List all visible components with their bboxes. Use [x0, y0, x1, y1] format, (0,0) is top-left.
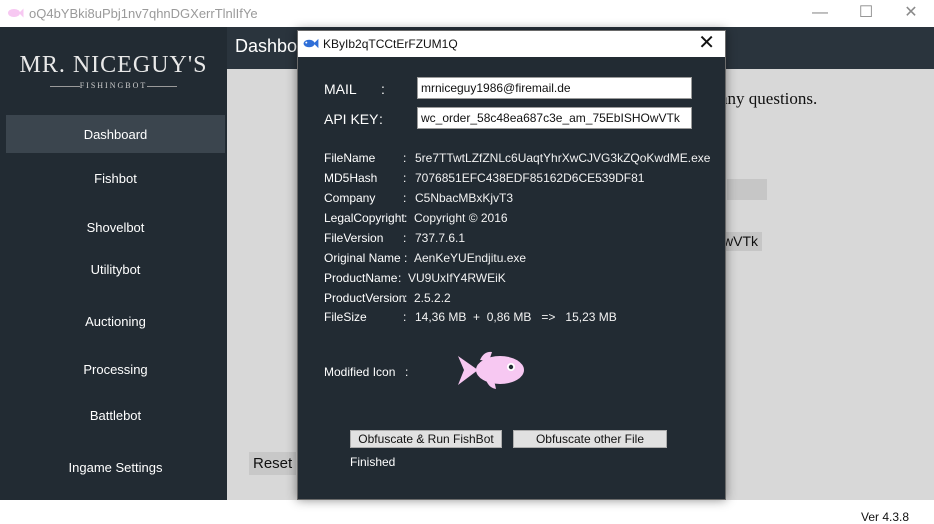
info-value: C5NbacMBxKjvT3: [415, 191, 514, 205]
sidebar-item-fishbot[interactable]: Fishbot: [6, 159, 225, 197]
logo-main: MR. NICEGUY'S: [19, 52, 208, 78]
info-key: ProductVersion: [324, 291, 406, 305]
info-value: 2.5.2.2: [414, 291, 451, 305]
window-title: oQ4bYBki8uPbj1nv7qhnDGXerrTlnlIfYe: [29, 6, 258, 21]
info-value: 5re7TTwtLZfZNLc6UaqtYhrXwCJVG3kZQoKwdME.…: [415, 151, 711, 165]
info-value: Copyright © 2016: [414, 211, 508, 225]
info-separator: :: [398, 271, 402, 285]
apikey-colon: :: [379, 111, 383, 127]
apikey-input[interactable]: [417, 107, 692, 129]
info-key: LegalCopyright: [324, 211, 405, 225]
info-key: FileVersion: [324, 231, 384, 245]
dialog-titlebar: KByIb2qTCCtErFZUM1Q ✕: [298, 31, 725, 57]
info-key: FileSize: [324, 310, 367, 324]
info-separator: :: [403, 191, 407, 205]
info-separator: :: [403, 171, 407, 185]
sidebar-item-utilitybot[interactable]: Utilitybot: [6, 250, 225, 288]
info-separator: :: [405, 365, 409, 379]
minimize-button[interactable]: —: [800, 3, 840, 23]
info-separator: :: [404, 251, 408, 265]
info-value: AenKeYUEndjitu.exe: [414, 251, 527, 265]
info-value: 737.7.6.1: [415, 231, 466, 245]
sidebar-item-processing[interactable]: Processing: [6, 350, 225, 388]
reset-button[interactable]: Reset: [249, 452, 297, 475]
fish-icon: [8, 8, 24, 18]
obfuscate-other-button[interactable]: Obfuscate other File: [513, 430, 667, 448]
obfuscation-dialog: KByIb2qTCCtErFZUM1Q ✕ MAIL : API KEY : F…: [297, 30, 726, 500]
dashboard-message: any questions.: [720, 89, 818, 108]
logo-sub: FISHINGBOT: [79, 81, 148, 90]
mail-label: MAIL: [324, 81, 357, 97]
fish-icon: [303, 38, 319, 49]
info-separator: :: [403, 310, 407, 324]
apikey-label: API KEY: [324, 111, 379, 127]
sidebar-item-auctioning[interactable]: Auctioning: [6, 302, 225, 340]
info-key: ProductName: [324, 271, 398, 285]
maximize-button[interactable]: ☐: [846, 3, 886, 23]
sidebar: MR. NICEGUY'S FISHINGBOT Dashboard Fishb…: [0, 27, 227, 500]
info-separator: :: [403, 231, 407, 245]
mail-input[interactable]: [417, 77, 692, 99]
page-title: Dashbo: [235, 36, 298, 56]
status-text: Finished: [350, 455, 396, 469]
info-separator: :: [403, 151, 407, 165]
info-value: 14,36 MB + 0,86 MB => 15,23 MB: [415, 310, 617, 324]
logo-divider-right: [147, 86, 177, 87]
info-key: MD5Hash: [324, 171, 378, 185]
info-key: Company: [324, 191, 376, 205]
close-button[interactable]: ✕: [891, 3, 931, 23]
dialog-close-button[interactable]: ✕: [698, 32, 715, 54]
sidebar-item-battlebot[interactable]: Battlebot: [6, 396, 225, 434]
obfuscate-run-button[interactable]: Obfuscate & Run FishBot: [350, 430, 502, 448]
info-separator: :: [404, 211, 408, 225]
sidebar-item-ingame-settings[interactable]: Ingame Settings: [6, 448, 225, 486]
mail-colon: :: [381, 81, 385, 97]
info-key: FileName: [324, 151, 376, 165]
dialog-title: KByIb2qTCCtErFZUM1Q: [323, 37, 458, 51]
sidebar-item-shovelbot[interactable]: Shovelbot: [6, 208, 225, 246]
info-value: VU9UxIfY4RWEiK: [408, 271, 506, 285]
info-separator: :: [404, 291, 408, 305]
progress-field: [727, 179, 767, 200]
info-key: Original Name: [324, 251, 401, 265]
modified-icon-label: Modified Icon: [324, 365, 396, 379]
info-value: 7076851EFC438EDF85162D6CE539DF81: [415, 171, 645, 185]
version-label: Ver 4.3.8: [861, 510, 910, 524]
sidebar-item-dashboard[interactable]: Dashboard: [6, 115, 225, 153]
window-titlebar: oQ4bYBki8uPbj1nv7qhnDGXerrTlnlIfYe — ☐ ✕: [0, 0, 934, 28]
fish-icon: [458, 351, 524, 389]
